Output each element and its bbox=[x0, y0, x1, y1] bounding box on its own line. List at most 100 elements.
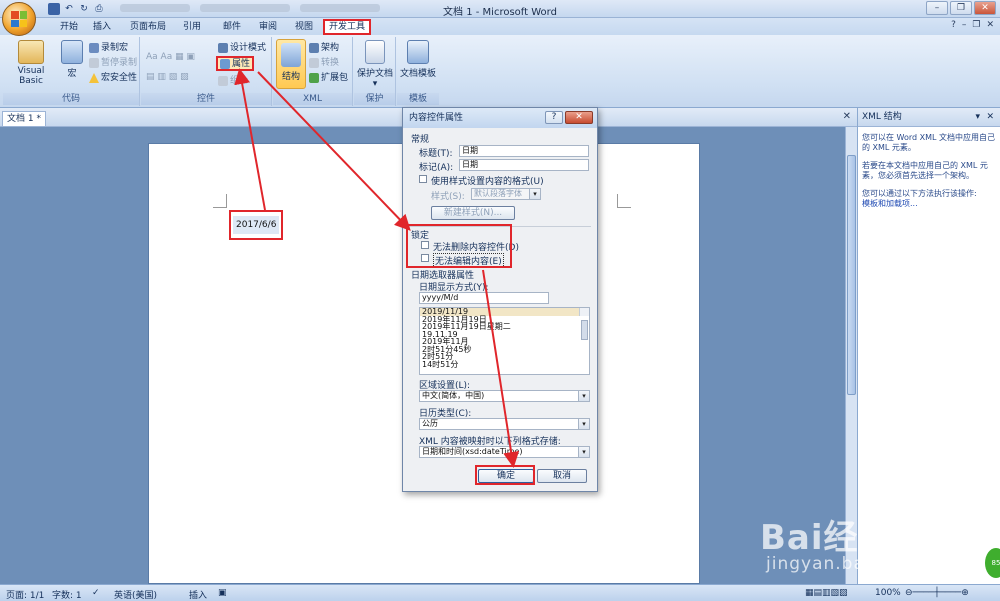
scrollbar-thumb[interactable] bbox=[581, 320, 588, 340]
language[interactable]: 英语(美国) bbox=[114, 588, 157, 601]
chevron-down-icon: ▾ bbox=[372, 79, 378, 89]
style-select[interactable]: 默认段落字体 ▾ bbox=[471, 188, 541, 200]
minimize-doc-icon[interactable]: – bbox=[962, 20, 967, 30]
calendar-select[interactable]: 公历 ▾ bbox=[419, 418, 590, 430]
scrollbar-thumb[interactable] bbox=[847, 155, 856, 395]
window-controls: – ❐ ✕ bbox=[926, 1, 996, 15]
tab-home[interactable]: 开始 bbox=[55, 20, 83, 35]
group-protect: 保护文档 ▾ 保护 bbox=[354, 37, 396, 106]
crop-mark bbox=[617, 194, 631, 208]
structure-button[interactable]: 结构 bbox=[276, 39, 306, 89]
properties-button[interactable]: 属性 bbox=[216, 56, 255, 71]
macro-record-icon[interactable]: ▣ bbox=[218, 588, 227, 598]
status-badge: 85 bbox=[985, 548, 1000, 578]
page-count[interactable]: 页面: 1/1 bbox=[6, 588, 44, 601]
close-document-icon[interactable]: ✕ bbox=[843, 111, 851, 122]
tab-view[interactable]: 视图 bbox=[290, 20, 318, 35]
spell-check-icon[interactable]: ✓ bbox=[92, 588, 100, 598]
tab-developer[interactable]: 开发工具 bbox=[323, 19, 371, 35]
tab-page-layout[interactable]: 页面布局 bbox=[126, 20, 170, 35]
crop-mark bbox=[213, 194, 227, 208]
record-icon bbox=[89, 43, 99, 53]
group-label-xml: XML bbox=[273, 93, 352, 105]
text-controls[interactable]: Aa Aa ▦ ▣ bbox=[146, 51, 195, 63]
schema-button[interactable]: 架构 bbox=[309, 42, 339, 54]
date-format-option[interactable]: 14时51分 bbox=[420, 360, 589, 369]
insert-mode[interactable]: 插入 bbox=[189, 588, 207, 601]
document-template-icon bbox=[407, 40, 429, 64]
tag-input[interactable]: 日期 bbox=[459, 159, 589, 171]
ok-highlight bbox=[475, 465, 535, 485]
word-count[interactable]: 字数: 1 bbox=[52, 588, 82, 601]
ribbon-tabs: 开始 插入 页面布局 引用 邮件 审阅 视图 开发工具 ? – ❐ ✕ bbox=[0, 18, 1000, 35]
group-icon bbox=[218, 76, 228, 86]
close-doc-icon[interactable]: ✕ bbox=[986, 20, 994, 30]
design-mode-button[interactable]: 设计模式 bbox=[218, 42, 266, 54]
group-code: Visual Basic 宏 录制宏 暂停录制 宏安全性 代码 bbox=[3, 37, 140, 106]
document-template-button[interactable]: 文档模板 bbox=[397, 40, 439, 79]
pause-recording-button[interactable]: 暂停录制 bbox=[89, 57, 137, 69]
watermark-brand: Bai经验 bbox=[760, 518, 894, 558]
title-bar: ↶ ↻ ⎙ 文档 1 - Microsoft Word – ❐ ✕ bbox=[0, 0, 1000, 18]
chevron-down-icon[interactable]: ▾ bbox=[975, 108, 980, 127]
xml-pane-text: 若要在本文档中应用自己的 XML 元素，您必须首先选择一个架构。 bbox=[862, 161, 988, 180]
tab-review[interactable]: 审阅 bbox=[254, 20, 282, 35]
watermark-url: jingyan.baidu.com bbox=[766, 554, 940, 574]
other-controls[interactable]: ▤ ▥ ▧ ▨ bbox=[146, 71, 189, 83]
macro-button[interactable]: 宏 bbox=[59, 40, 85, 79]
tab-references[interactable]: 引用 bbox=[178, 20, 206, 35]
date-value: 2017/6/6 bbox=[233, 216, 279, 234]
cancel-button[interactable]: 取消 bbox=[537, 469, 587, 483]
record-macro-button[interactable]: 录制宏 bbox=[89, 42, 128, 54]
transform-icon bbox=[309, 58, 319, 68]
expansion-pack-button[interactable]: 扩展包 bbox=[309, 72, 348, 84]
macro-icon bbox=[61, 40, 83, 64]
visual-basic-icon bbox=[18, 40, 44, 64]
ribbon-right-controls: ? – ❐ ✕ bbox=[951, 20, 994, 30]
group-label-templates: 模板 bbox=[397, 93, 439, 105]
group-label-protect: 保护 bbox=[354, 93, 395, 105]
close-icon[interactable]: ✕ bbox=[986, 108, 994, 127]
date-format-list[interactable]: 2019/11/19 2019年11月19日 2019年11月19日星期二 19.11… bbox=[419, 307, 590, 375]
templates-addins-link[interactable]: 模板和加载项... bbox=[862, 199, 996, 209]
office-button[interactable] bbox=[2, 2, 36, 36]
properties-icon bbox=[220, 58, 230, 69]
structure-icon bbox=[281, 43, 301, 67]
document-tab[interactable]: 文档 1 * bbox=[2, 111, 46, 126]
protect-document-icon bbox=[365, 40, 385, 64]
tag-label: 标记(A): bbox=[419, 163, 454, 173]
chevron-down-icon: ▾ bbox=[529, 189, 540, 199]
macro-security-button[interactable]: 宏安全性 bbox=[89, 72, 137, 84]
transform-button[interactable]: 转换 bbox=[309, 57, 339, 69]
pause-icon bbox=[89, 58, 99, 68]
list-scrollbar[interactable] bbox=[579, 308, 589, 340]
xml-store-select[interactable]: 日期和时间(xsd:dateTime) ▾ bbox=[419, 446, 590, 458]
dialog-close-button[interactable]: ✕ bbox=[565, 111, 593, 124]
title-input[interactable]: 日期 bbox=[459, 145, 589, 157]
tab-insert[interactable]: 插入 bbox=[88, 20, 116, 35]
help-icon[interactable]: ? bbox=[951, 20, 956, 30]
section-general: 常规 bbox=[411, 135, 430, 145]
lock-highlight bbox=[406, 224, 512, 268]
use-style-checkbox[interactable] bbox=[419, 175, 427, 183]
new-style-button[interactable]: 新建样式(N)... bbox=[431, 206, 515, 220]
xml-pane-text: 您可以通过以下方法执行该操作: bbox=[862, 189, 977, 198]
group-button[interactable]: 组合 bbox=[218, 75, 248, 87]
visual-basic-button[interactable]: Visual Basic bbox=[5, 40, 57, 86]
close-button[interactable]: ✕ bbox=[974, 1, 996, 15]
maximize-button[interactable]: ❐ bbox=[950, 1, 972, 15]
restore-doc-icon[interactable]: ❐ bbox=[972, 20, 980, 30]
protect-document-button[interactable]: 保护文档 ▾ bbox=[354, 40, 396, 89]
xml-pane-text: 您可以在 Word XML 文档中应用自己的 XML 元素。 bbox=[862, 133, 996, 152]
ribbon: Visual Basic 宏 录制宏 暂停录制 宏安全性 代码 Aa Aa ▦ … bbox=[0, 35, 1000, 108]
help-button[interactable]: ? bbox=[545, 111, 563, 124]
date-content-control[interactable]: 2017/6/6 bbox=[229, 210, 283, 240]
minimize-button[interactable]: – bbox=[926, 1, 948, 15]
locale-select[interactable]: 中文(简体，中国) ▾ bbox=[419, 390, 590, 402]
design-mode-icon bbox=[218, 43, 228, 53]
xml-pane-header: XML 结构 ▾ ✕ bbox=[858, 108, 1000, 127]
tab-mailings[interactable]: 邮件 bbox=[218, 20, 246, 35]
xml-pane-body: 您可以在 Word XML 文档中应用自己的 XML 元素。 若要在本文档中应用… bbox=[858, 127, 1000, 215]
content-control-properties-dialog: 内容控件属性 ? ✕ 常规 标题(T): 日期 标记(A): 日期 使用样式设置… bbox=[402, 107, 598, 492]
display-format-input[interactable]: yyyy/M/d bbox=[419, 292, 549, 304]
